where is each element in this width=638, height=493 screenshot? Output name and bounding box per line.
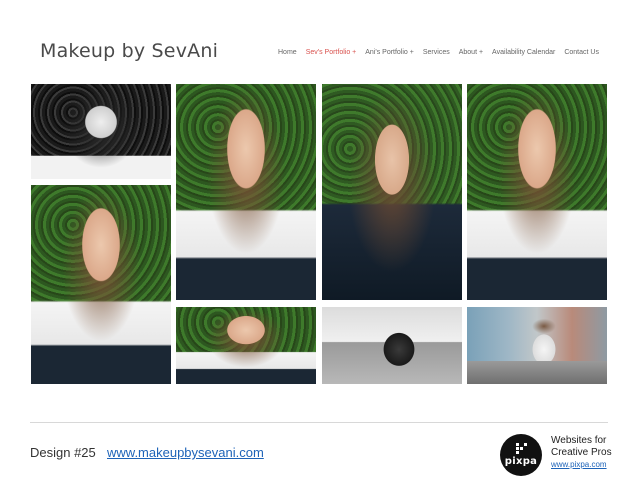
nav-item-sevs-portfolio[interactable]: Sev's Portfolio + bbox=[306, 49, 357, 56]
pixpa-url-link[interactable]: www.pixpa.com bbox=[551, 460, 607, 469]
gallery-photo-4[interactable] bbox=[322, 84, 462, 300]
pixpa-tagline-line1: Websites for bbox=[551, 435, 607, 446]
gallery-photo-8[interactable] bbox=[467, 307, 607, 384]
gallery-photo-5[interactable] bbox=[467, 84, 607, 300]
gallery-photo-3[interactable] bbox=[176, 84, 316, 300]
main-nav: Home Sev's Portfolio + Ani's Portfolio +… bbox=[278, 49, 599, 56]
gallery-photo-7[interactable] bbox=[322, 307, 462, 384]
website-link[interactable]: www.makeupbysevani.com bbox=[107, 445, 264, 460]
site-title[interactable]: Makeup by SevAni bbox=[40, 40, 218, 62]
pixpa-logo[interactable]: pixpa bbox=[500, 434, 542, 476]
nav-item-anis-portfolio[interactable]: Ani's Portfolio + bbox=[365, 49, 414, 56]
gallery-photo-2[interactable] bbox=[31, 185, 171, 384]
gallery-photo-6[interactable] bbox=[176, 307, 316, 384]
pixpa-logo-text: pixpa bbox=[504, 456, 538, 467]
gallery-photo-1[interactable] bbox=[31, 84, 171, 179]
pixpa-tagline-line2: Creative Pros bbox=[551, 447, 612, 458]
nav-item-availability-calendar[interactable]: Availability Calendar bbox=[492, 49, 555, 56]
nav-item-services[interactable]: Services bbox=[423, 49, 450, 56]
footer-divider bbox=[30, 422, 608, 423]
pixpa-tagline: Websites for Creative Pros bbox=[551, 435, 612, 459]
nav-item-home[interactable]: Home bbox=[278, 49, 297, 56]
nav-item-about[interactable]: About + bbox=[459, 49, 483, 56]
nav-item-contact-us[interactable]: Contact Us bbox=[564, 49, 599, 56]
pixpa-dots-icon bbox=[515, 443, 527, 454]
design-number-label: Design #25 bbox=[30, 445, 96, 460]
